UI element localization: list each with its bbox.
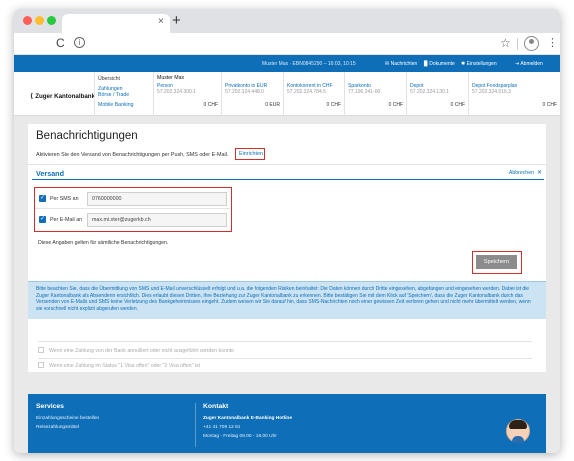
account-number: 57.202.324.448.0 <box>225 89 264 95</box>
sms-checkbox[interactable]: ✓ <box>39 195 46 202</box>
account-tile[interactable]: Depot 57.202.324.130.1 0 CHF <box>406 72 468 116</box>
option-payment-failed[interactable]: Wenn eine Zahlung von der Bank annullier… <box>38 347 234 354</box>
sms-label: Per SMS an <box>50 196 79 202</box>
bank-name: Zuger Kantonalbank <box>35 93 96 100</box>
email-label: Per E-Mail an <box>50 217 83 223</box>
save-button-highlight: Speichern <box>472 251 522 274</box>
divider <box>38 358 532 359</box>
tab-close-icon[interactable]: × <box>158 16 164 27</box>
account-number: 57.202.324.130.1 <box>410 89 449 95</box>
menu-item-mobile-banking[interactable]: Mobile Banking <box>98 102 133 108</box>
contact-title: Kontakt <box>203 403 229 410</box>
page-subtitle: Aktivieren Sie den Versand von Benachric… <box>36 152 229 158</box>
hotline-phone[interactable]: +41 41 709 12 61 <box>203 425 240 430</box>
notifications-card: Benachrichtigungen Aktivieren Sie den Ve… <box>28 124 546 372</box>
settings-note: Diese Angaben gelten für sämtliche Benac… <box>38 240 169 246</box>
profile-icon[interactable] <box>524 36 539 51</box>
option-label: Wenn eine Zahlung von der Bank annullier… <box>49 348 235 354</box>
section-underline <box>32 179 544 180</box>
menu-item-overview[interactable]: Übersicht <box>98 76 120 82</box>
account-tile[interactable]: Kontokorrent in CHF 57.202.324.784.5 0 C… <box>283 72 344 116</box>
account-balance: 0 EUR <box>265 102 280 108</box>
browser-toolbar: C i ☆ ⋮ <box>14 33 560 55</box>
browser-tab[interactable]: × <box>62 14 170 33</box>
page-title: Benachrichtigungen <box>36 130 138 142</box>
channel-settings-highlight: ✓ Per SMS an ✓ Per E-Mail an <box>34 187 232 232</box>
account-balance: 0 CHF <box>326 102 341 108</box>
account-tile[interactable]: Privatkonto in EUR 57.202.324.448.0 0 EU… <box>221 72 283 116</box>
sms-number-input[interactable] <box>87 192 227 206</box>
account-balance: 0 CHF <box>450 102 465 108</box>
account-navigation: ⟨ Zuger Kantonalbank Übersicht Zahlungen … <box>14 72 560 116</box>
account-number: 57.202.324.516.3 <box>472 89 511 95</box>
screenshot-frame: × + C i ☆ ⋮ Muster Max · EBN0845290 – 16… <box>0 0 574 461</box>
messages-link[interactable]: ✉ Nachrichten <box>385 61 417 67</box>
email-row: ✓ Per E-Mail an <box>35 211 230 230</box>
maximize-window-dot[interactable] <box>47 16 56 25</box>
footer-link-travel-money[interactable]: Reisezahlungsmittel <box>36 425 79 430</box>
account-tile[interactable]: Person 57.202.324.300.1 0 CHF <box>153 72 221 116</box>
menu-item-trade[interactable]: Börse / Trade <box>98 92 129 98</box>
option-payment-visa[interactable]: Wenn eine Zahlung im Status "1 Visa offe… <box>38 362 200 369</box>
info-icon[interactable]: i <box>74 37 85 48</box>
toolbar-separator <box>517 38 518 50</box>
tab-strip: × + <box>14 9 560 33</box>
hotline-hours: Montag - Freitag 08.00 - 18.00 Uhr <box>203 434 277 439</box>
services-title: Services <box>36 403 64 410</box>
section-title: Versand <box>36 169 64 178</box>
bank-topbar: Muster Max · EBN0845290 – 16:03, 10:15 ✉… <box>14 55 560 72</box>
main-menu: Übersicht Zahlungen Börse / Trade Mobile… <box>94 72 152 116</box>
bookmark-star-icon[interactable]: ☆ <box>500 36 511 50</box>
cancel-label: Abbrechen <box>508 170 534 176</box>
bank-logo[interactable]: ⟨ Zuger Kantonalbank <box>30 92 95 100</box>
setup-link-highlight: Einrichten <box>235 148 265 160</box>
account-number: 77.196.341-00 <box>348 89 381 95</box>
gear-icon: ✱ <box>461 61 466 67</box>
email-checkbox[interactable]: ✓ <box>39 216 46 223</box>
account-number: 57.202.324.784.5 <box>287 89 326 95</box>
email-address-input[interactable] <box>87 213 227 227</box>
delivery-section: Versand Abbrechen✕ ✓ Per SMS an ✓ Per E-… <box>32 167 546 273</box>
browser-menu-icon[interactable]: ⋮ <box>547 36 558 49</box>
logout-icon: ⇥ <box>515 61 520 67</box>
account-number: 57.202.324.300.1 <box>157 89 196 95</box>
footer: Services Einzahlungsscheine bestellen Re… <box>28 394 546 453</box>
main-content: Benachrichtigungen Aktivieren Sie den Ve… <box>14 116 560 453</box>
privacy-info-box: Bitte beachten Sie, dass die Übermittlun… <box>28 281 546 319</box>
logout-link[interactable]: ⇥ Abmelden <box>515 61 543 67</box>
chat-assistant-avatar[interactable] <box>506 419 530 443</box>
option-label: Wenn eine Zahlung im Status "1 Visa offe… <box>49 363 201 369</box>
hotline-name: Zuger Kantonalbank E-Banking Hotline <box>203 416 293 421</box>
footer-link-order-slips[interactable]: Einzahlungsscheine bestellen <box>36 416 99 421</box>
documents-link[interactable]: ▉ Dokumente <box>424 61 455 67</box>
minimize-window-dot[interactable] <box>35 16 44 25</box>
account-balance: 0 CHF <box>388 102 403 108</box>
close-icon[interactable]: ✕ <box>537 170 542 176</box>
setup-link[interactable]: Einrichten <box>239 151 263 157</box>
divider <box>28 164 546 165</box>
save-button[interactable]: Speichern <box>476 255 517 269</box>
option-checkbox[interactable] <box>38 362 44 368</box>
account-balance: 0 CHF <box>542 102 557 108</box>
cancel-button[interactable]: Abbrechen ✕ <box>509 169 542 176</box>
sms-row: ✓ Per SMS an <box>35 190 230 209</box>
option-checkbox[interactable] <box>38 347 44 353</box>
user-session-info: Muster Max · EBN0845290 – 16:03, 10:15 <box>262 61 356 67</box>
divider <box>38 341 532 342</box>
account-tile[interactable]: Sparkonto 77.196.341-00 0 CHF <box>344 72 406 116</box>
document-icon: ▉ <box>424 61 428 67</box>
reload-icon[interactable]: C <box>56 36 65 50</box>
browser-window: × + C i ☆ ⋮ Muster Max · EBN0845290 – 16… <box>14 9 560 453</box>
logo-mark-icon: ⟨ <box>30 93 34 100</box>
account-balance: 0 CHF <box>203 102 218 108</box>
settings-link[interactable]: ✱ Einstellungen <box>461 61 497 67</box>
footer-separator <box>195 403 196 447</box>
account-tile[interactable]: Depot Fondsparplan 57.202.324.516.3 0 CH… <box>468 72 560 116</box>
close-window-dot[interactable] <box>23 16 32 25</box>
new-tab-icon[interactable]: + <box>172 12 181 29</box>
mail-icon: ✉ <box>385 61 390 67</box>
